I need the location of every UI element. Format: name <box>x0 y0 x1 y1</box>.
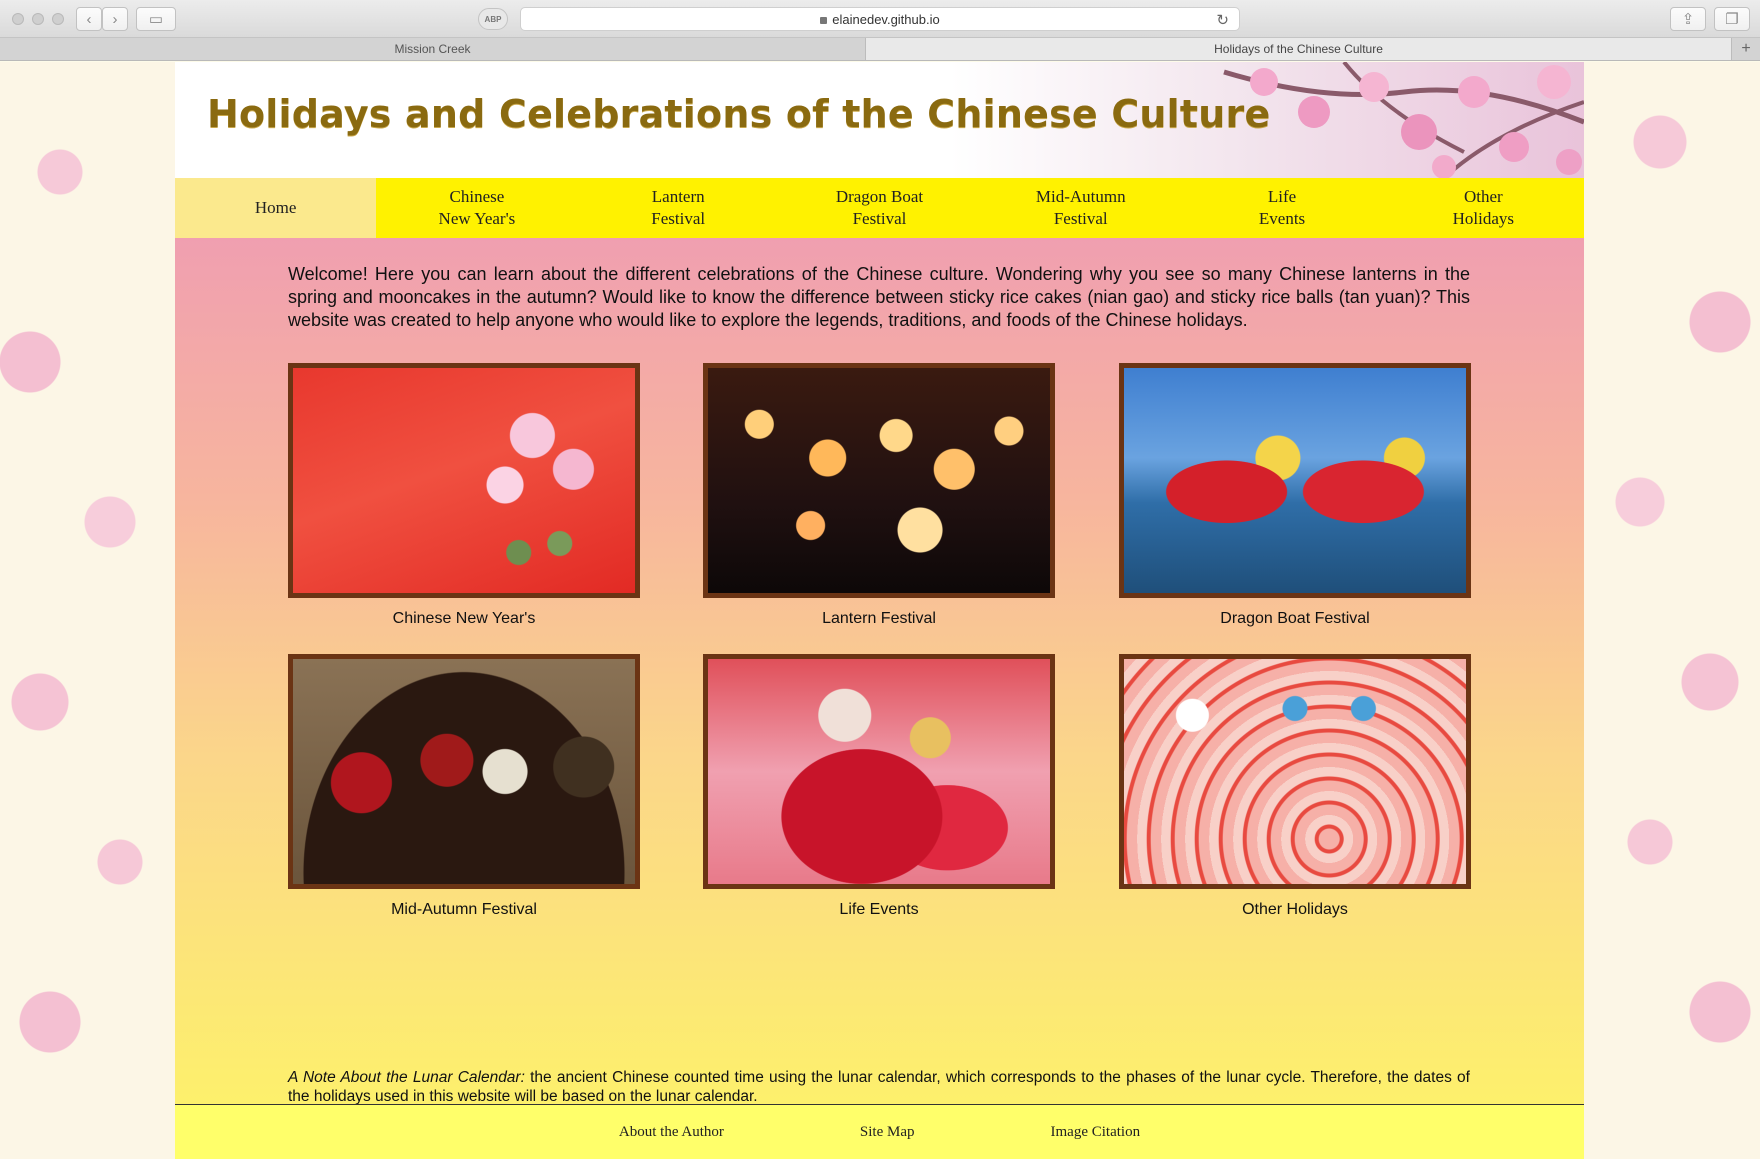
tab-label: Mission Creek <box>394 42 471 56</box>
nav-home[interactable]: Home <box>175 178 377 238</box>
nav-label: Dragon Boat Festival <box>835 187 924 228</box>
footer-link-about-author[interactable]: About the Author <box>551 1124 792 1141</box>
chevron-right-icon: › <box>112 10 118 28</box>
nav-label: Home <box>254 198 297 217</box>
forward-button[interactable]: › <box>102 7 128 31</box>
sidebar-button[interactable]: ▭ <box>136 7 176 31</box>
lock-icon <box>820 16 828 24</box>
main-nav: Home Chinese New Year's Lantern Festival D… <box>175 178 1584 238</box>
dragon-boat-image[interactable] <box>1119 363 1471 598</box>
nav-label: Chinese New Year's <box>438 187 516 228</box>
card-caption[interactable]: Life Events <box>703 901 1055 919</box>
address-bar[interactable]: elainedev.github.io ↻ <box>520 7 1240 31</box>
nav-label: Mid-Autumn Festival <box>1035 187 1126 228</box>
tabs-overview-icon: ❐ <box>1725 11 1739 28</box>
welcome-text: Welcome! Here you can learn about the di… <box>288 264 1470 330</box>
back-button[interactable]: ‹ <box>76 7 102 31</box>
card-life-events[interactable]: Life Events <box>703 654 1055 919</box>
site-container: Holidays and Celebrations of the Chinese… <box>175 62 1584 1159</box>
card-lantern-festival[interactable]: Lantern Festival <box>703 363 1055 628</box>
footer-link-image-citation[interactable]: Image Citation <box>983 1124 1209 1141</box>
card-mid-autumn-festival[interactable]: Mid-Autumn Festival <box>288 654 640 919</box>
nav-other-holidays[interactable]: Other Holidays <box>1383 178 1584 238</box>
nav-label: Life Events <box>1258 187 1306 228</box>
note-label: A Note About the Lunar Calendar: <box>288 1069 525 1086</box>
card-chinese-new-years[interactable]: Chinese New Year's <box>288 363 640 628</box>
reload-icon[interactable]: ↻ <box>1216 11 1229 29</box>
other-holidays-image[interactable] <box>1119 654 1471 889</box>
life-events-image[interactable] <box>703 654 1055 889</box>
share-button[interactable]: ⇪ <box>1670 7 1706 31</box>
card-other-holidays[interactable]: Other Holidays <box>1119 654 1471 919</box>
chevron-left-icon: ‹ <box>86 10 92 28</box>
nav-mid-autumn-festival[interactable]: Mid-Autumn Festival <box>980 178 1181 238</box>
adblock-label: ABP <box>484 14 502 24</box>
header-banner: Holidays and Celebrations of the Chinese… <box>175 62 1584 178</box>
sidebar-icon: ▭ <box>148 11 164 28</box>
lunar-calendar-note: A Note About the Lunar Calendar: the anc… <box>288 1068 1470 1106</box>
browser-toolbar: ‹ › ▭ ABP elainedev.github.io ↻ ⇪ ❐ <box>0 0 1760 38</box>
card-dragon-boat-festival[interactable]: Dragon Boat Festival <box>1119 363 1471 628</box>
card-caption[interactable]: Chinese New Year's <box>288 610 640 628</box>
tab-mission-creek[interactable]: Mission Creek <box>0 38 866 60</box>
mid-autumn-image[interactable] <box>288 654 640 889</box>
nav-lantern-festival[interactable]: Lantern Festival <box>578 178 779 238</box>
chinese-new-year-image[interactable] <box>288 363 640 598</box>
card-caption[interactable]: Other Holidays <box>1119 901 1471 919</box>
adblock-extension-button[interactable]: ABP <box>478 8 508 30</box>
url-text: elainedev.github.io <box>832 11 940 27</box>
plus-icon: + <box>1741 40 1751 57</box>
nav-chinese-new-years[interactable]: Chinese New Year's <box>376 178 577 238</box>
footer-link-site-map[interactable]: Site Map <box>792 1124 983 1141</box>
site-title: Holidays and Celebrations of the Chinese… <box>207 92 1271 136</box>
tab-label: Holidays of the Chinese Culture <box>1214 42 1383 56</box>
nav-label: Other Holidays <box>1452 187 1515 228</box>
page-viewport: Holidays and Celebrations of the Chinese… <box>0 62 1760 1159</box>
nav-life-events[interactable]: Life Events <box>1181 178 1382 238</box>
share-icon: ⇪ <box>1681 11 1695 28</box>
tab-holidays[interactable]: Holidays of the Chinese Culture <box>866 38 1732 60</box>
card-caption[interactable]: Dragon Boat Festival <box>1119 610 1471 628</box>
show-tabs-button[interactable]: ❐ <box>1714 7 1750 31</box>
nav-label: Lantern Festival <box>651 187 706 228</box>
close-window-icon[interactable] <box>12 13 24 25</box>
main-content: Welcome! Here you can learn about the di… <box>175 238 1584 1106</box>
new-tab-button[interactable]: + <box>1732 38 1760 60</box>
tab-bar: Mission Creek Holidays of the Chinese Cu… <box>0 38 1760 61</box>
nav-dragon-boat-festival[interactable]: Dragon Boat Festival <box>779 178 980 238</box>
lantern-festival-image[interactable] <box>703 363 1055 598</box>
card-caption[interactable]: Lantern Festival <box>703 610 1055 628</box>
site-footer: About the Author Site Map Image Citation <box>175 1104 1584 1159</box>
zoom-window-icon[interactable] <box>52 13 64 25</box>
minimize-window-icon[interactable] <box>32 13 44 25</box>
card-caption[interactable]: Mid-Autumn Festival <box>288 901 640 919</box>
